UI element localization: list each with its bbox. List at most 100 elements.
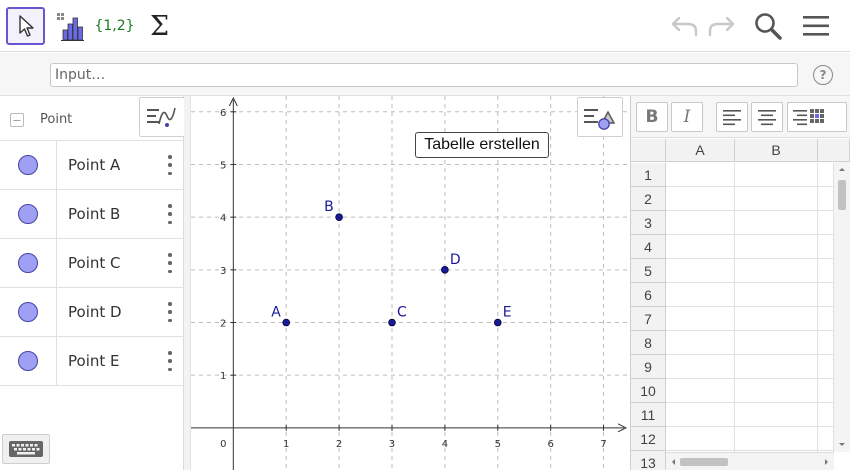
graphics-tool-button[interactable] [50,7,89,45]
spreadsheet-cell[interactable] [666,187,735,211]
row-header[interactable]: 1 [631,163,666,187]
graphics-canvas[interactable]: 0 1 2 3 4 5 6 7 1 2 3 4 5 6 A B C D E [191,96,630,470]
search-button[interactable] [751,10,785,42]
point-b[interactable] [335,213,343,221]
spreadsheet-cell[interactable] [735,307,818,331]
visibility-toggle[interactable] [0,337,57,385]
point-a[interactable] [282,318,291,327]
row-header[interactable]: 3 [631,211,666,235]
spreadsheet-cell[interactable] [666,355,735,379]
graphics-view[interactable]: 0 1 2 3 4 5 6 7 1 2 3 4 5 6 A B C D E [191,96,630,470]
point-visibility-marble-icon[interactable] [18,302,38,322]
algebra-item-point-b[interactable]: Point B [0,190,184,239]
more-options-icon[interactable] [166,155,174,175]
graphics-style-button[interactable] [577,97,623,137]
create-table-button[interactable]: Tabelle erstellen [415,132,549,158]
spreadsheet-cell[interactable] [735,331,818,355]
spreadsheet-cell[interactable] [818,379,834,403]
spreadsheet-cell[interactable] [735,379,818,403]
point-visibility-marble-icon[interactable] [18,204,38,224]
spreadsheet-cell[interactable] [818,211,834,235]
spreadsheet-cell[interactable] [735,163,818,187]
italic-button[interactable]: I [671,102,703,132]
row-header[interactable]: 2 [631,187,666,211]
algebra-item-point-e[interactable]: Point E [0,337,184,386]
spreadsheet-cell[interactable] [818,403,834,427]
spreadsheet-cell[interactable] [735,211,818,235]
more-options-icon[interactable] [166,302,174,322]
spreadsheet-cell[interactable] [666,283,735,307]
point-visibility-marble-icon[interactable] [18,253,38,273]
row-header[interactable]: 4 [631,235,666,259]
spreadsheet-cell[interactable] [818,331,834,355]
column-header-b[interactable]: B [735,139,818,162]
point-c[interactable] [388,318,396,327]
row-header[interactable]: 9 [631,355,666,379]
spreadsheet-cell[interactable] [818,187,834,211]
algebra-input[interactable] [50,63,798,87]
column-header-a[interactable]: A [666,139,735,162]
row-header[interactable]: 12 [631,427,666,451]
more-options-icon[interactable] [166,204,174,224]
bold-button[interactable]: B [636,102,668,132]
help-icon[interactable]: ? [813,65,833,85]
algebra-item-point-a[interactable]: Point A [0,141,184,190]
spreadsheet-cell[interactable] [735,259,818,283]
spreadsheet-cell[interactable] [666,331,735,355]
keyboard-button[interactable] [2,434,50,464]
visibility-toggle[interactable] [0,141,57,189]
spreadsheet-cell[interactable] [818,427,834,451]
spreadsheet-cell[interactable] [735,283,818,307]
vertical-scroll-thumb[interactable] [838,180,846,210]
scroll-left-icon[interactable] [668,454,678,470]
spreadsheet-cell[interactable] [735,427,818,451]
visibility-toggle[interactable] [0,239,57,287]
vertical-scrollbar[interactable] [834,162,850,452]
row-header[interactable]: 5 [631,259,666,283]
spreadsheet-cell[interactable] [818,163,834,187]
spreadsheet-cell[interactable] [666,307,735,331]
spreadsheet-cell[interactable] [818,235,834,259]
point-d[interactable] [441,266,449,274]
point-visibility-marble-icon[interactable] [18,155,38,175]
point-visibility-marble-icon[interactable] [18,351,38,371]
row-header[interactable]: 8 [631,331,666,355]
undo-button[interactable] [668,10,702,42]
align-center-button[interactable] [751,102,783,132]
algebra-item-label[interactable]: Point E [68,352,120,370]
spreadsheet-cell[interactable] [735,403,818,427]
scroll-up-icon[interactable] [834,164,850,174]
menu-button[interactable] [799,10,833,42]
spreadsheet-cell[interactable] [666,427,735,451]
algebra-item-label[interactable]: Point A [68,156,120,174]
spreadsheet-cell[interactable] [735,355,818,379]
spreadsheet-cell[interactable] [666,235,735,259]
row-header[interactable]: 7 [631,307,666,331]
spreadsheet-cell[interactable] [666,163,735,187]
algebra-item-label[interactable]: Point D [68,303,122,321]
corner-header[interactable] [631,139,666,162]
row-header[interactable]: 6 [631,283,666,307]
algebra-item-point-c[interactable]: Point C [0,239,184,288]
scroll-down-icon[interactable] [834,440,850,450]
spreadsheet-cell[interactable] [818,283,834,307]
spreadsheet-cell[interactable] [818,259,834,283]
spreadsheet-cell[interactable] [666,211,735,235]
redo-button[interactable] [704,10,738,42]
align-left-button[interactable] [716,102,748,132]
list-tool-button[interactable]: {1,2} [94,7,134,45]
algebra-item-label[interactable]: Point C [68,254,121,272]
move-tool-button[interactable] [6,7,45,45]
collapse-group-icon[interactable]: − [10,113,24,127]
spreadsheet-cell[interactable] [666,403,735,427]
algebra-style-button[interactable] [139,97,185,137]
horizontal-scrollbar[interactable] [666,452,834,470]
algebra-item-point-d[interactable]: Point D [0,288,184,337]
column-header-c[interactable] [818,139,850,162]
row-header[interactable]: 13 [631,451,666,470]
point-e[interactable] [493,318,502,327]
row-header[interactable]: 10 [631,379,666,403]
spreadsheet-cell[interactable] [818,307,834,331]
more-options-icon[interactable] [166,253,174,273]
spreadsheet-cell[interactable] [735,187,818,211]
